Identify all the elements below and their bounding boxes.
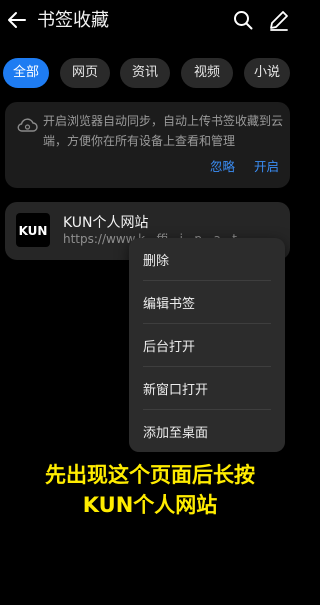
caption-line-1: 先出现这个页面后长按 — [45, 463, 255, 487]
tab-videos[interactable]: 视频 — [181, 58, 233, 88]
top-bar: 书签收藏 — [0, 0, 300, 44]
menu-item-add-to-desktop[interactable]: 添加至桌面 — [129, 410, 285, 452]
search-icon[interactable] — [233, 10, 253, 30]
ignore-button[interactable]: 忽略 — [210, 156, 235, 175]
menu-item-label: 后台打开 — [143, 340, 196, 355]
menu-item-delete[interactable]: 删除 — [129, 238, 285, 280]
menu-item-open-background[interactable]: 后台打开 — [129, 324, 285, 366]
context-menu: 删除 编辑书签 后台打开 新窗口打开 添加至桌面 — [129, 238, 285, 452]
menu-item-label: 编辑书签 — [143, 297, 196, 312]
site-logo: KUN — [16, 213, 50, 247]
site-logo-text: KUN — [19, 224, 48, 238]
category-tabs: 全部 网页 资讯 视频 小说 — [0, 58, 300, 88]
page-title: 书签收藏 — [37, 10, 109, 31]
menu-item-label: 删除 — [143, 254, 170, 269]
edit-icon[interactable] — [268, 9, 290, 31]
tutorial-caption: 先出现这个页面后长按 KUN个人网站 — [0, 460, 300, 520]
bookmark-title: KUN个人网站 — [63, 215, 149, 231]
sync-message: 开启浏览器自动同步，自动上传书签收藏到云端，方便你在所有设备上查看和管理 — [43, 114, 284, 148]
menu-item-open-new-window[interactable]: 新窗口打开 — [129, 367, 285, 409]
menu-item-edit-bookmark[interactable]: 编辑书签 — [129, 281, 285, 323]
tab-webpages[interactable]: 网页 — [60, 58, 110, 88]
tab-novels[interactable]: 小说 — [244, 58, 290, 88]
menu-item-label: 新窗口打开 — [143, 383, 209, 398]
cloud-sync-icon — [17, 118, 38, 132]
sync-card: 开启浏览器自动同步，自动上传书签收藏到云端，方便你在所有设备上查看和管理 忽略 … — [5, 102, 290, 188]
enable-sync-button[interactable]: 开启 — [254, 156, 279, 175]
tab-news[interactable]: 资讯 — [120, 58, 170, 88]
caption-line-2: KUN个人网站 — [82, 493, 218, 517]
tab-all[interactable]: 全部 — [3, 58, 49, 88]
menu-item-label: 添加至桌面 — [143, 426, 209, 441]
back-arrow-icon[interactable] — [6, 9, 28, 31]
